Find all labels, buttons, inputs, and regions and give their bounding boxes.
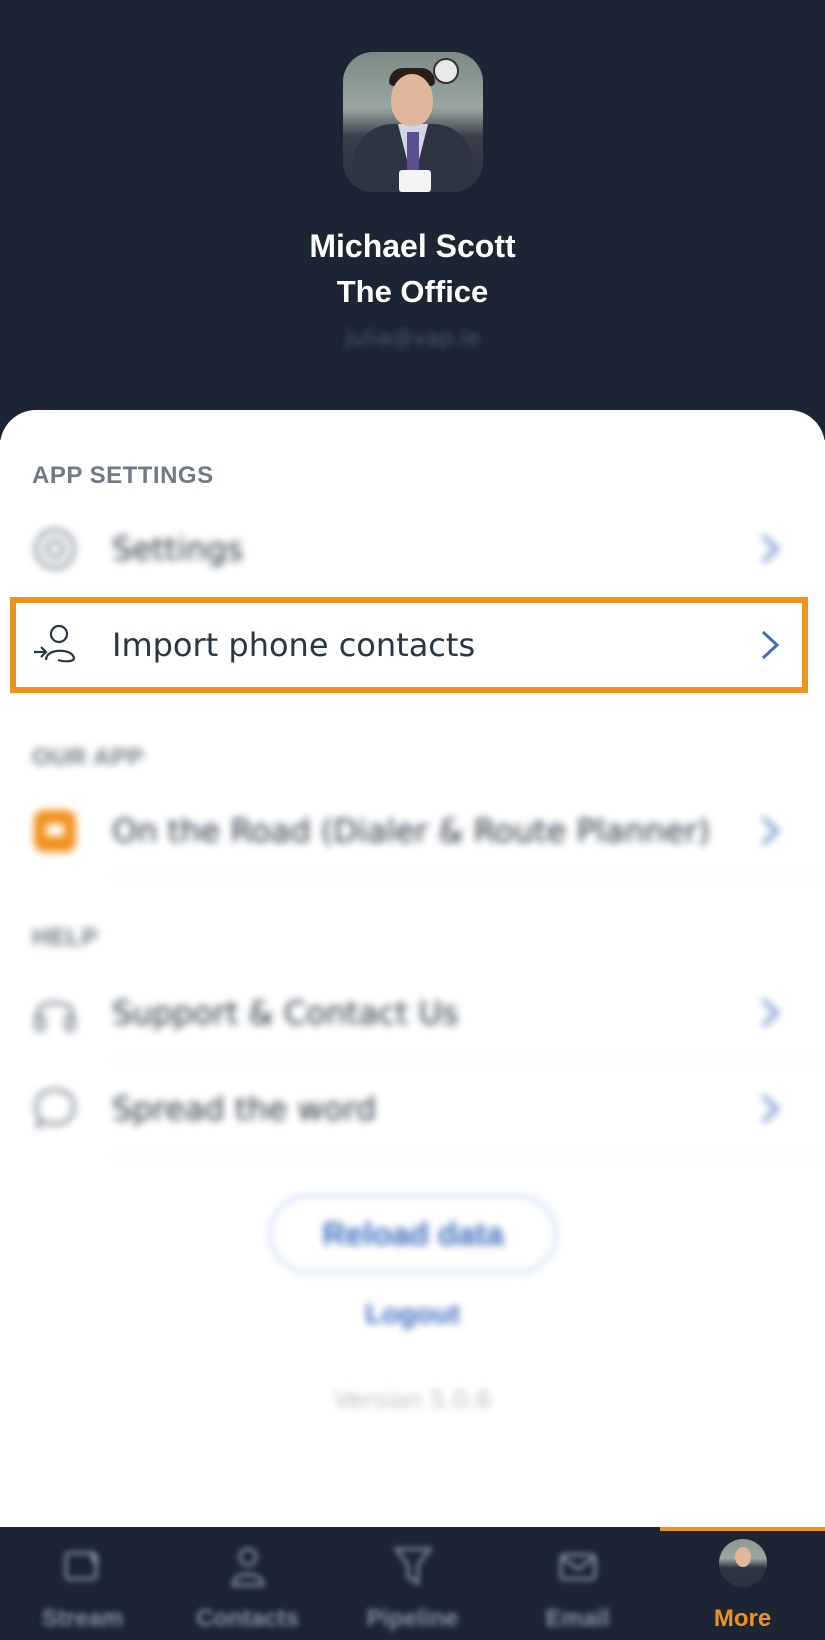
pipeline-funnel-icon (393, 1547, 433, 1586)
chevron-right-icon (761, 534, 780, 564)
highlight-frame (10, 597, 808, 693)
tab-stream-label: Stream (41, 1605, 124, 1632)
tab-more[interactable]: More (660, 1527, 825, 1640)
chevron-right-icon (761, 816, 780, 846)
logout-link[interactable]: Logout (0, 1298, 825, 1330)
settings-label: Settings (112, 530, 244, 568)
tab-more-label: More (713, 1605, 772, 1632)
on-the-road-label: On the Road (Dialer & Route Planner) (112, 812, 711, 850)
profile-name: Michael Scott (309, 228, 516, 264)
profile-company: The Office (336, 274, 489, 309)
chat-bubble-icon (34, 1088, 76, 1130)
support-label: Support & Contact Us (112, 994, 459, 1032)
version-label: Version 5.0.6 (334, 1386, 491, 1414)
gear-icon (34, 528, 76, 570)
email-icon (559, 1553, 597, 1581)
on-the-road-row[interactable]: On the Road (Dialer & Route Planner) (0, 786, 825, 878)
spread-the-word-label: Spread the word (112, 1090, 377, 1128)
bottom-tab-bar: Stream Contacts Pipeline Email More (0, 1527, 825, 1640)
profile-email: julia@vap.ie (345, 326, 480, 351)
tab-email-label: Email (545, 1605, 610, 1632)
on-the-road-app-icon (34, 810, 76, 852)
tab-stream[interactable]: Stream (0, 1527, 165, 1640)
tab-pipeline-label: Pipeline (366, 1605, 459, 1632)
section-our-app: OUR APP (32, 744, 144, 771)
profile-header: Michael Scott The Office julia@vap.ie (0, 0, 825, 440)
tab-contacts[interactable]: Contacts (165, 1527, 330, 1640)
section-help: HELP (32, 924, 99, 951)
reload-data-button[interactable]: Reload data (268, 1194, 558, 1274)
settings-row[interactable]: Settings (0, 504, 825, 596)
profile-avatar[interactable] (343, 52, 483, 192)
spread-the-word-row[interactable]: Spread the word (0, 1064, 825, 1156)
support-row[interactable]: Support & Contact Us (0, 968, 825, 1060)
stream-icon (64, 1551, 100, 1581)
tab-pipeline[interactable]: Pipeline (330, 1527, 495, 1640)
chevron-right-icon (761, 1094, 780, 1124)
contact-person-icon (231, 1547, 265, 1587)
tab-email[interactable]: Email (495, 1527, 660, 1640)
headset-icon (34, 1001, 76, 1032)
avatar (719, 1539, 767, 1587)
section-app-settings: APP SETTINGS (32, 462, 214, 489)
tab-contacts-label: Contacts (196, 1605, 299, 1632)
active-tab-indicator (660, 1527, 825, 1531)
chevron-right-icon (761, 998, 780, 1028)
